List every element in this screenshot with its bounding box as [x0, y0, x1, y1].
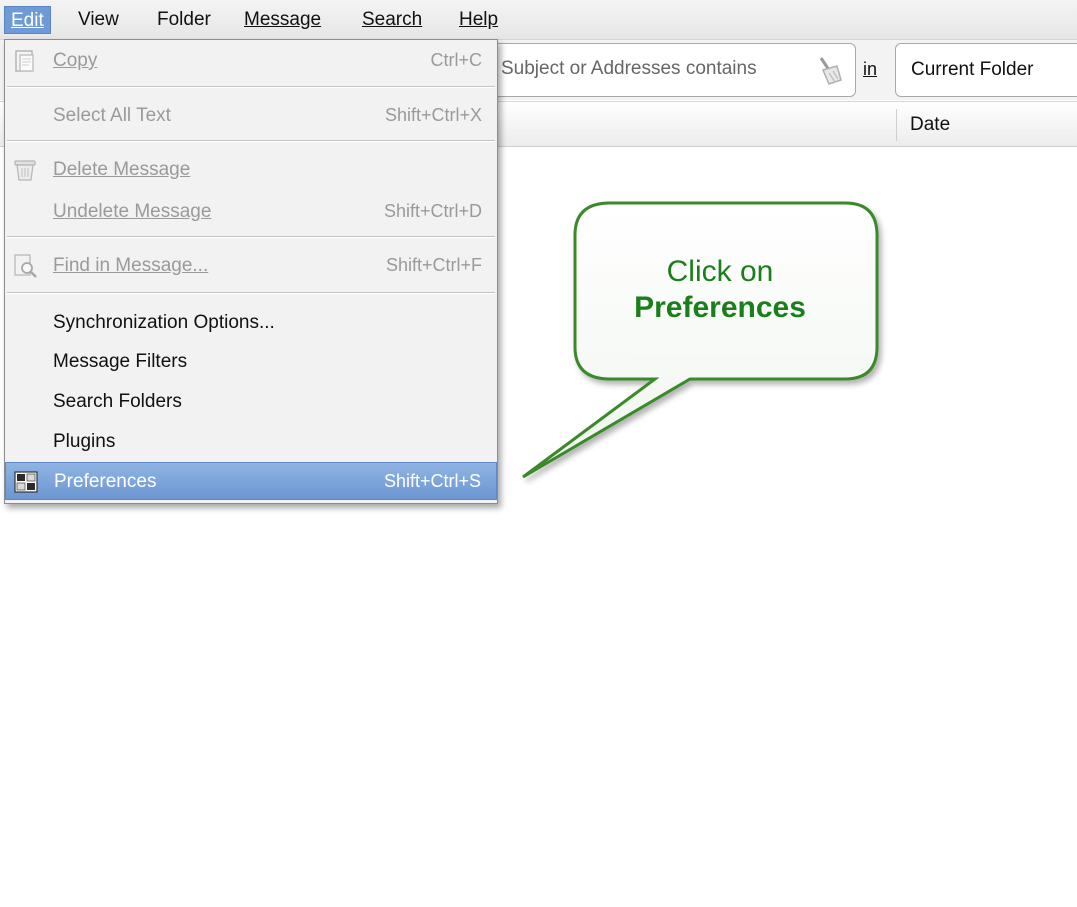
find-label: Find in Message... — [53, 255, 209, 276]
copy-shortcut: Ctrl+C — [430, 50, 482, 70]
column-divider[interactable] — [896, 109, 897, 141]
menu-separator — [7, 140, 495, 142]
preferences-label: Preferences — [54, 471, 157, 492]
callout-line2: Preferences — [634, 291, 806, 324]
menu-item-search-folders[interactable]: Search Folders — [5, 383, 497, 421]
delete-label: Delete Message — [53, 159, 191, 180]
plugins-label: Plugins — [53, 431, 116, 452]
menu-item-delete-message[interactable]: Delete Message — [5, 151, 497, 189]
menu-folder-label: Folder — [157, 9, 211, 30]
undelete-shortcut: Shift+Ctrl+D — [383, 201, 482, 221]
sync-label: Synchronization Options... — [53, 312, 275, 333]
callout-bubble — [522, 201, 879, 479]
search-scope-value: Current Folder — [911, 59, 1034, 80]
menu-help[interactable]: Help — [453, 6, 504, 34]
menu-help-label: Help — [459, 9, 499, 30]
copy-label: Copy — [53, 50, 98, 71]
menu-search-label: Search — [362, 9, 423, 30]
menu-item-plugins[interactable]: Plugins — [5, 423, 497, 461]
search-input[interactable]: Subject or Addresses contains — [480, 43, 856, 97]
menu-item-select-all[interactable]: Select All Text Shift+Ctrl+X — [5, 97, 497, 135]
select-all-shortcut: Shift+Ctrl+X — [384, 105, 482, 125]
find-icon — [14, 254, 37, 278]
menu-search[interactable]: Search — [356, 6, 428, 34]
menu-item-find-in-message[interactable]: Find in Message... Shift+Ctrl+F — [5, 247, 497, 285]
menu-item-preferences[interactable]: Preferences Shift+Ctrl+S — [5, 462, 497, 500]
menu-view-label: View — [78, 9, 119, 30]
menu-edit[interactable]: Edit — [4, 6, 51, 34]
menu-separator — [7, 86, 495, 88]
callout-line1: Click on — [666, 255, 774, 288]
edit-menu-dropdown: Copy Ctrl+C Select All Text Shift+Ctrl+X… — [4, 39, 498, 504]
menu-message[interactable]: Message — [238, 6, 327, 34]
menu-folder[interactable]: Folder — [151, 6, 217, 34]
copy-icon — [15, 50, 34, 72]
search-scope-label: in — [863, 59, 878, 79]
menu-separator — [7, 292, 495, 294]
filters-label: Message Filters — [53, 351, 188, 372]
column-date[interactable]: Date — [910, 114, 950, 136]
select-all-label: Select All Text — [53, 105, 171, 126]
trash-icon — [14, 160, 36, 181]
menu-item-synchronization-options[interactable]: Synchronization Options... — [5, 304, 497, 342]
search-scope-select[interactable]: Current Folder — [895, 43, 1077, 97]
callout-text: Click on Preferences — [575, 255, 865, 325]
search-folders-label: Search Folders — [53, 391, 182, 412]
menu-view[interactable]: View — [72, 6, 125, 34]
preferences-icon — [14, 471, 38, 493]
menu-item-undelete-message[interactable]: Undelete Message Shift+Ctrl+D — [5, 193, 497, 231]
clear-search-icon[interactable] — [811, 54, 845, 88]
preferences-shortcut: Shift+Ctrl+S — [383, 471, 481, 491]
search-placeholder: Subject or Addresses contains — [501, 58, 757, 79]
menu-separator — [7, 236, 495, 238]
find-shortcut: Shift+Ctrl+F — [385, 255, 482, 275]
menu-item-message-filters[interactable]: Message Filters — [5, 343, 497, 381]
menu-bar: Edit View Folder Message Search Help — [0, 0, 1077, 40]
menu-edit-label: Edit — [11, 10, 44, 31]
undelete-label: Undelete Message — [53, 201, 212, 222]
menu-item-copy[interactable]: Copy Ctrl+C — [5, 42, 497, 80]
menu-message-label: Message — [244, 9, 322, 30]
